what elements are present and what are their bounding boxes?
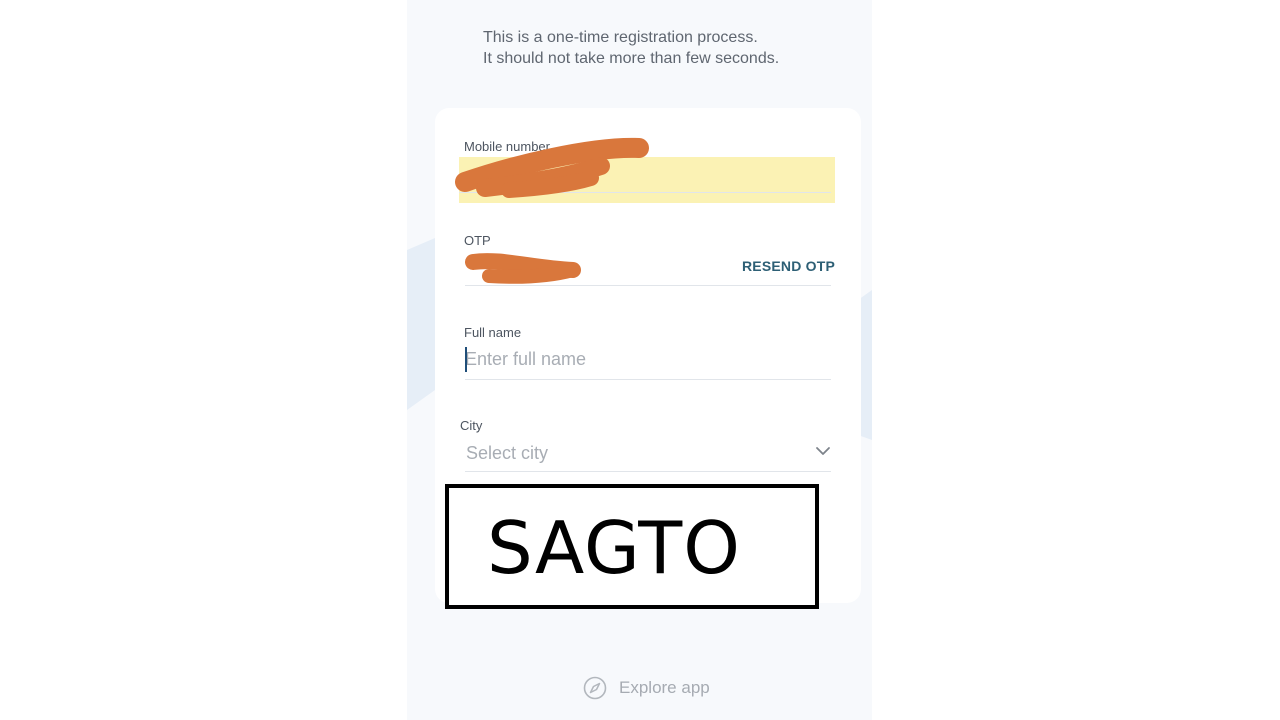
intro-text: This is a one-time registration process.… [483, 27, 863, 69]
full-name-label: Full name [464, 325, 522, 340]
intro-line-2: It should not take more than few seconds… [483, 50, 780, 67]
otp-redaction-scribble [465, 253, 581, 284]
full-name-underline [465, 379, 831, 380]
explore-app-link[interactable]: Explore app [583, 676, 710, 700]
explore-app-label: Explore app [619, 678, 710, 697]
registration-screen: This is a one-time registration process.… [407, 0, 872, 720]
text-cursor [465, 347, 467, 372]
otp-label: OTP [464, 233, 491, 248]
city-select[interactable]: Select city [466, 443, 548, 464]
resend-otp-button[interactable]: RESEND OTP [742, 258, 835, 274]
full-name-input[interactable] [465, 344, 825, 374]
screenshot-canvas: This is a one-time registration process.… [0, 0, 1280, 720]
compass-icon [583, 676, 607, 700]
city-underline [465, 471, 831, 472]
chevron-down-icon[interactable] [815, 445, 831, 457]
watermark-text: SAGTO [487, 506, 741, 590]
city-label: City [460, 418, 483, 433]
watermark-box: SAGTO [445, 484, 819, 609]
mobile-redaction-scribble [455, 137, 649, 198]
intro-line-1: This is a one-time registration process. [483, 29, 758, 46]
